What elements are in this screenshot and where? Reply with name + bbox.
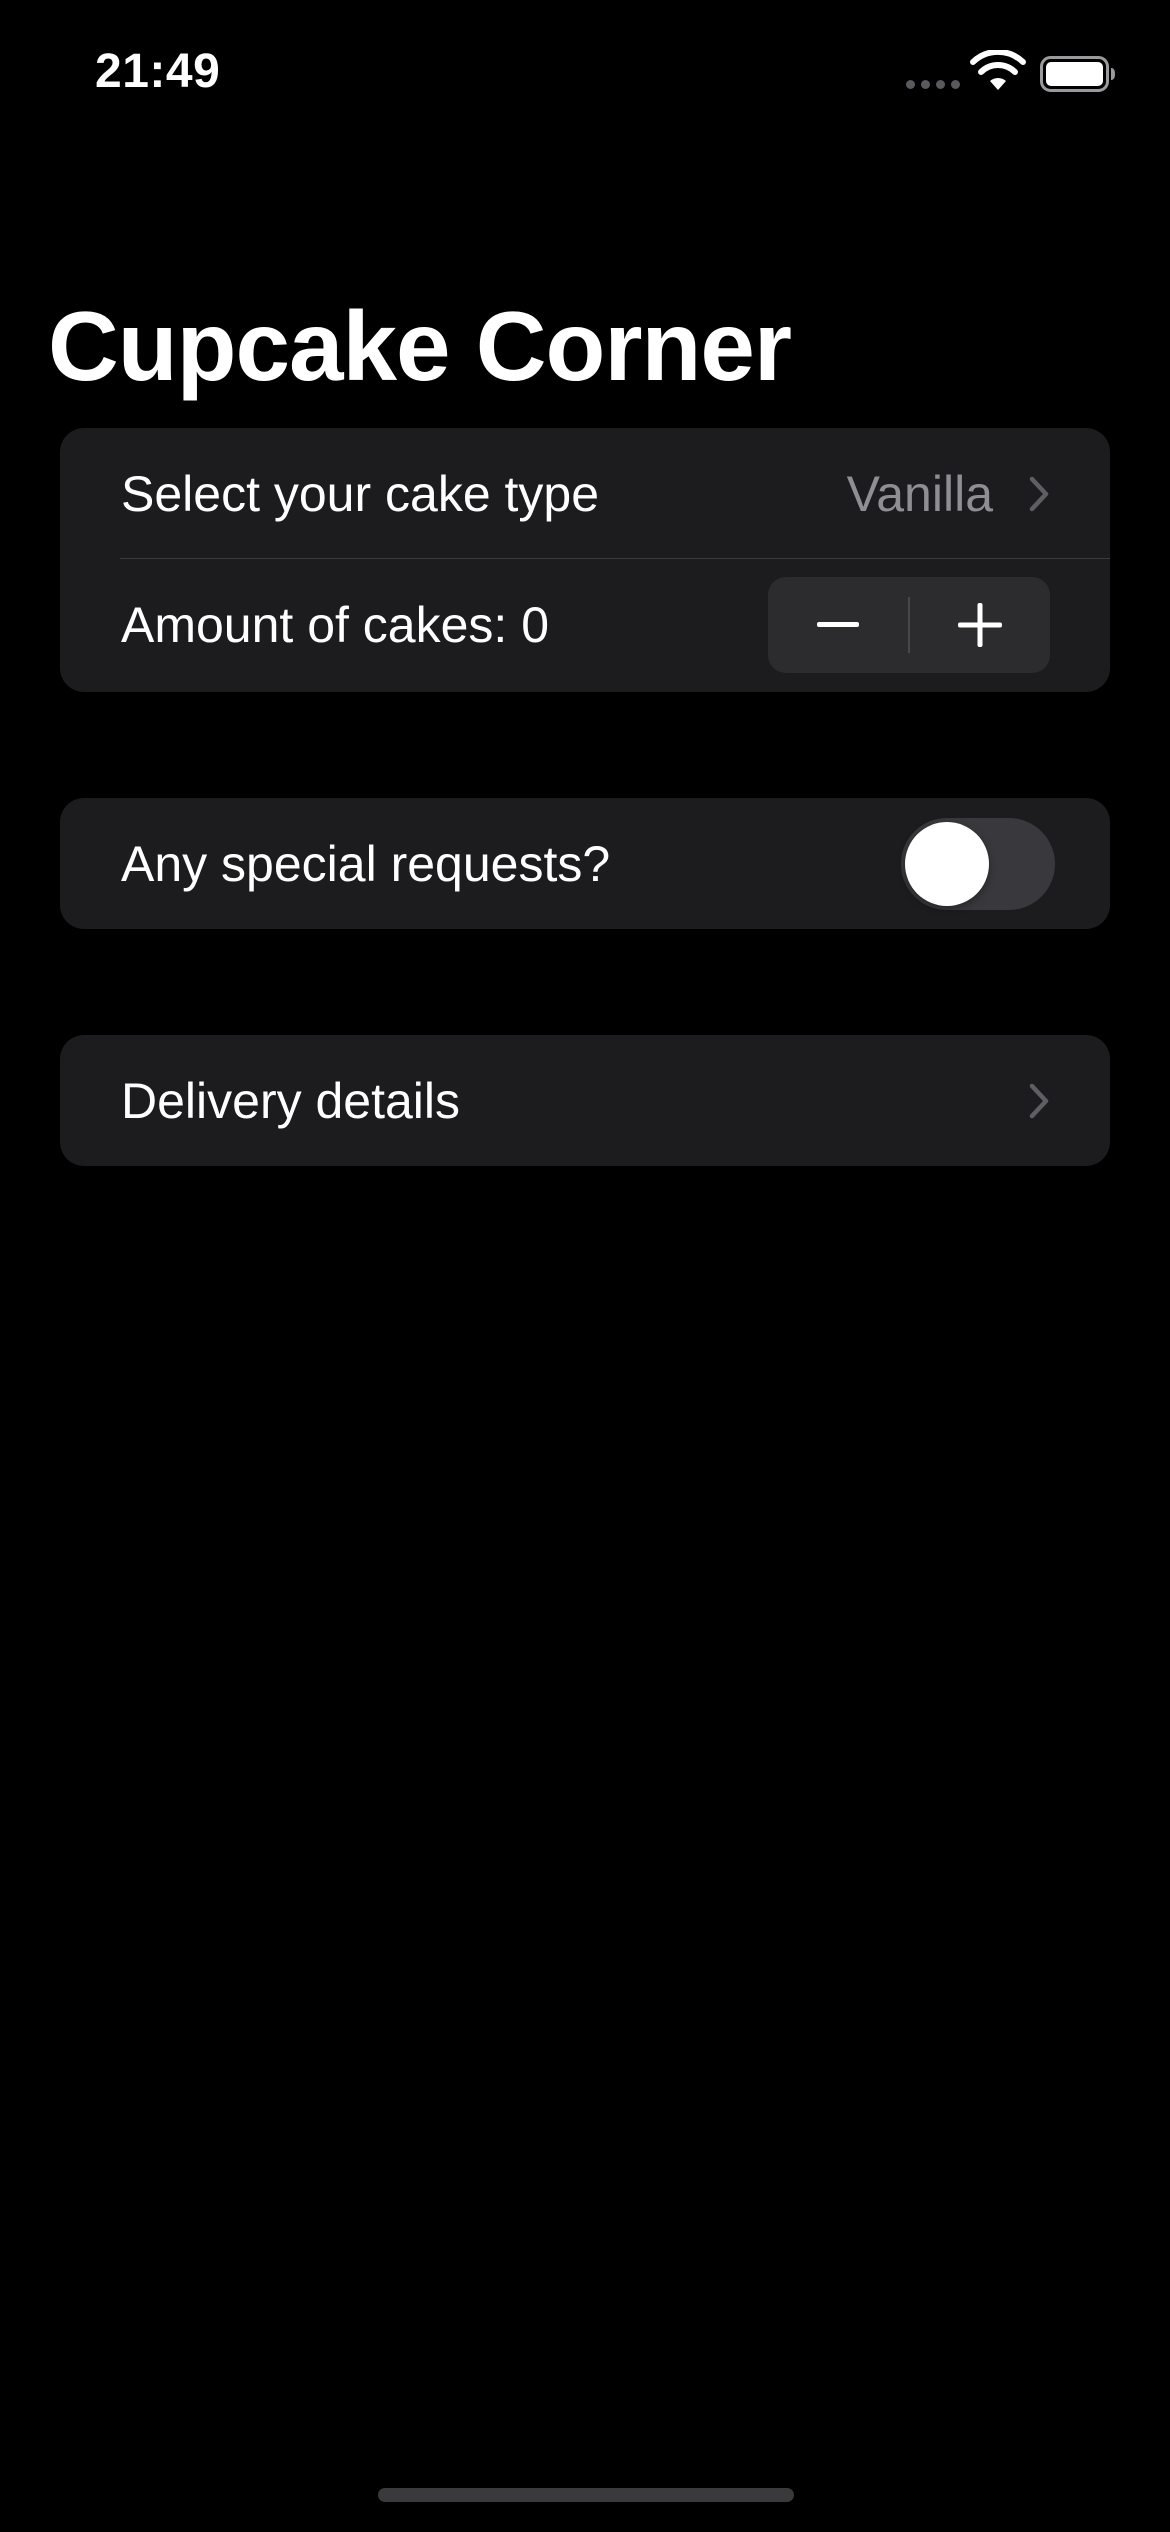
delivery-details-label: Delivery details (121, 1072, 461, 1129)
minus-icon (817, 621, 859, 627)
special-requests-row: Any special requests? (60, 798, 1110, 929)
special-requests-label: Any special requests? (121, 835, 611, 892)
home-indicator[interactable] (378, 2488, 794, 2502)
special-requests-section: Any special requests? (60, 798, 1110, 929)
plus-icon (957, 602, 1002, 647)
special-requests-toggle[interactable] (901, 817, 1055, 910)
status-bar: 21:49 (0, 0, 1170, 150)
chevron-right-icon (1029, 476, 1049, 511)
battery-icon (1040, 56, 1115, 92)
amount-label: Amount of cakes: 0 (121, 596, 550, 653)
status-time: 21:49 (95, 45, 221, 98)
amount-row: Amount of cakes: 0 (60, 559, 1110, 690)
delivery-section: Delivery details (60, 1035, 1110, 1166)
cake-type-value: Vanilla (846, 465, 993, 522)
cellular-signal-icon (906, 80, 960, 89)
delivery-details-row[interactable]: Delivery details (60, 1035, 1110, 1166)
cake-type-label: Select your cake type (121, 465, 600, 522)
increment-button[interactable] (910, 577, 1050, 673)
page-title: Cupcake Corner (48, 291, 792, 401)
decrement-button[interactable] (768, 577, 908, 673)
cake-type-picker-row[interactable]: Select your cake type Vanilla (60, 428, 1110, 559)
chevron-right-icon (1029, 1083, 1049, 1118)
order-section: Select your cake type Vanilla Amount of … (60, 428, 1110, 692)
toggle-knob (905, 821, 989, 906)
screen: 21:49 Cupcake Corner Select your cake ty… (0, 0, 1170, 2532)
wifi-icon (970, 50, 1026, 90)
amount-stepper (768, 576, 1050, 673)
